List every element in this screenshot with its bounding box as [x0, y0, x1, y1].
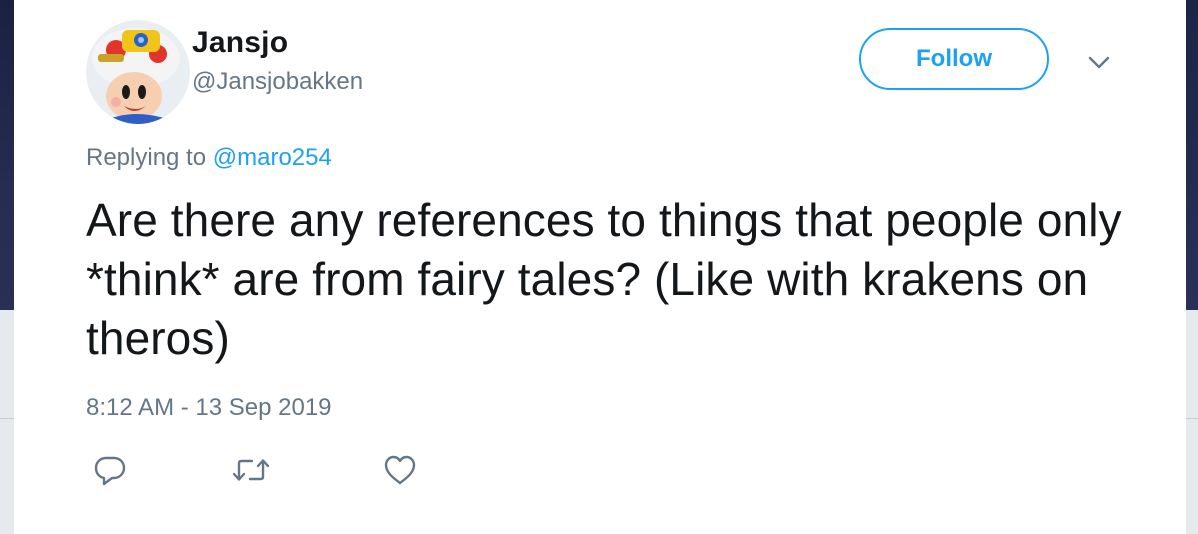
toad-avatar-icon	[86, 20, 190, 124]
divider-right	[1186, 418, 1198, 419]
background-edge-right	[1186, 0, 1198, 310]
avatar[interactable]	[86, 20, 190, 124]
reply-button[interactable]	[92, 452, 128, 488]
like-button[interactable]	[382, 452, 418, 488]
author-handle[interactable]: @Jansjobakken	[192, 68, 363, 96]
tweet-card: Jansjo @Jansjobakken Follow Replying to …	[14, 0, 1186, 534]
background-edge-left	[0, 0, 14, 310]
reply-mention-link[interactable]: @maro254	[213, 144, 332, 171]
follow-button[interactable]: Follow	[859, 28, 1049, 90]
replying-to-label: Replying to	[86, 144, 207, 171]
retweet-button[interactable]	[231, 452, 270, 488]
retweet-icon	[232, 459, 270, 481]
tweet-timestamp[interactable]: 8:12 AM - 13 Sep 2019	[86, 394, 332, 422]
reply-icon	[94, 456, 126, 486]
tweet-text: Are there any references to things that …	[86, 194, 1122, 364]
heart-icon	[384, 455, 416, 485]
divider-left	[0, 418, 14, 419]
chevron-down-icon	[1088, 56, 1110, 69]
replying-to-line: Replying to @maro254	[86, 144, 332, 172]
author-display-name[interactable]: Jansjo	[192, 26, 288, 60]
tweet-screenshot: Jansjo @Jansjobakken Follow Replying to …	[0, 0, 1198, 534]
background-edge-left-lower	[0, 310, 14, 534]
tweet-menu-button[interactable]	[1084, 48, 1114, 78]
background-edge-right-lower	[1186, 310, 1198, 534]
